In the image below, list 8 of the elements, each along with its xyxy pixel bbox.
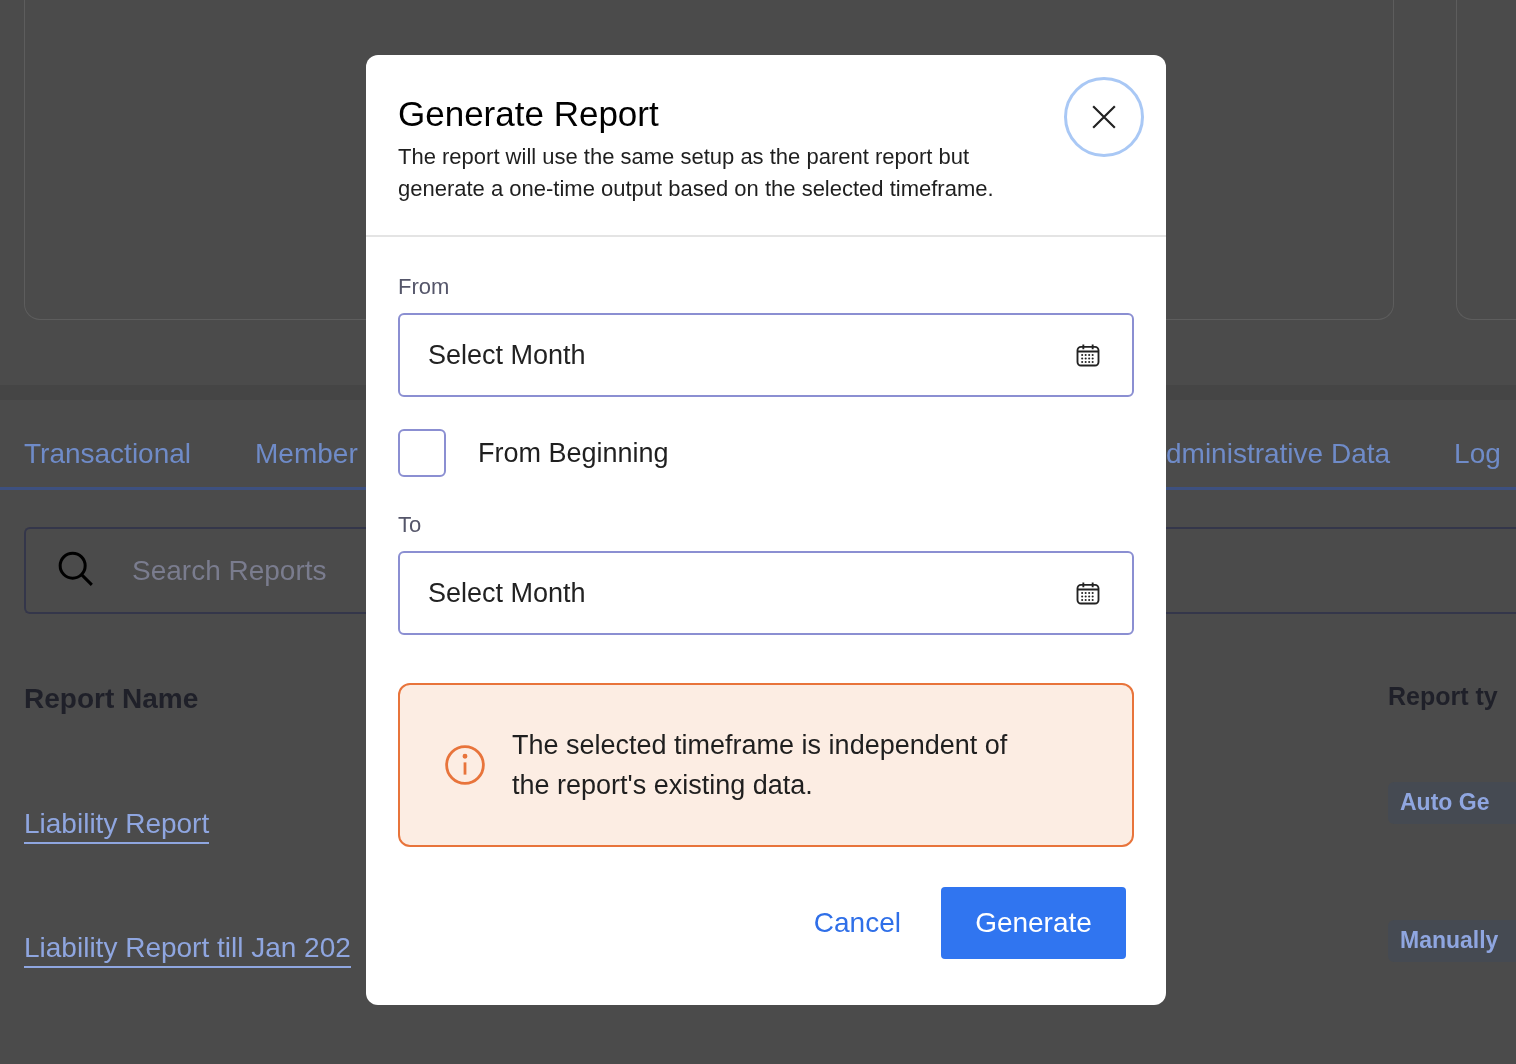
field-label: From [398, 273, 451, 301]
dialog-description: The report will use the same setup as the parent report but generate a one-time output based on the selected timeframe. [398, 143, 995, 203]
alert-message: The selected timeframe is independent of the report's existing data. [512, 729, 1009, 802]
field-label: To [398, 511, 423, 539]
report-type-badge: Manually [1388, 919, 1516, 962]
report-type-badge: Auto Ge [1388, 781, 1516, 824]
dialog-title: Generate Report [398, 93, 659, 135]
checkbox-label: From Beginning [478, 436, 669, 470]
